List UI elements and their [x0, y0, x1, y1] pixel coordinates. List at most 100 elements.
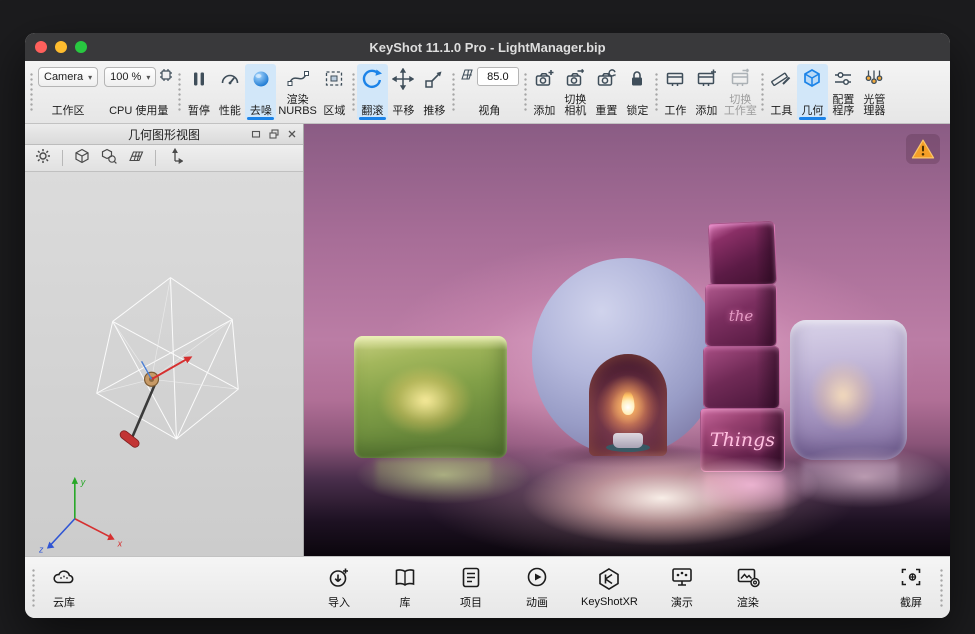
ribbon-button-screenshot[interactable]: 截屏	[889, 565, 933, 610]
toolbar-button-switch-camera[interactable]: 切换 相机	[560, 64, 591, 120]
switch-camera-icon	[564, 67, 586, 90]
settings-gear-icon[interactable]	[35, 148, 51, 169]
toolbar-button-lock-camera[interactable]: 锁定	[622, 64, 653, 120]
toolbar-drag-handle[interactable]	[654, 72, 659, 112]
axis-z-label: z	[38, 545, 44, 555]
window-title: KeyShot 11.1.0 Pro - LightManager.bip	[369, 40, 605, 55]
ribbon-button-cloud-library[interactable]: 云库	[42, 565, 86, 610]
lock-icon	[626, 67, 648, 90]
toolbar-button-region[interactable]: 区域	[319, 64, 350, 120]
screenshot-frame-icon	[898, 565, 924, 592]
cpu-chip-icon	[159, 68, 173, 87]
reset-camera-icon	[595, 67, 617, 90]
ribbon-button-project[interactable]: 项目	[449, 565, 493, 610]
glass-cube	[703, 346, 780, 409]
floor-light-pool	[782, 446, 947, 508]
toolbar-button-add-camera[interactable]: 添加	[529, 64, 560, 120]
fov-input[interactable]	[477, 67, 519, 86]
toolbar-drag-handle[interactable]	[760, 72, 765, 112]
green-cube-candle-glow	[378, 365, 473, 436]
toolbar-drag-handle[interactable]	[351, 72, 356, 112]
toolbar-button-tools[interactable]: 工具	[766, 64, 797, 120]
close-window-button[interactable]	[35, 41, 47, 53]
chevron-down-icon: ▾	[146, 73, 150, 82]
performance-gauge-icon	[219, 67, 241, 90]
ribbon-button-import[interactable]: 导入	[317, 565, 361, 610]
project-list-icon	[458, 565, 484, 592]
pause-icon	[188, 67, 210, 90]
geometry-view-toolbar	[25, 145, 303, 172]
configurator-sliders-icon	[832, 67, 854, 90]
toolbar-drag-handle[interactable]	[523, 72, 528, 112]
geometry-view-header[interactable]: 几何图形视图	[25, 124, 303, 145]
toolbar-button-denoise[interactable]: 去噪	[245, 64, 276, 120]
candle-flame	[622, 391, 635, 415]
toolbar-button-pause[interactable]: 暂停	[183, 64, 214, 120]
toolbar-button-pan[interactable]: 平移	[388, 64, 419, 120]
workspace-label: 工作区	[52, 106, 85, 117]
toolbar-button-performance[interactable]: 性能	[214, 64, 245, 120]
tumble-rotate-icon	[361, 67, 383, 90]
render-viewport[interactable]: the Things	[304, 124, 950, 556]
zoom-window-button[interactable]	[75, 41, 87, 53]
toolbar-separator	[155, 150, 156, 166]
cup-candle-glow	[809, 359, 877, 432]
ribbon-drag-handle[interactable]	[939, 568, 944, 608]
tools-icon	[770, 67, 792, 90]
toolbar-button-light-manager[interactable]: 光管 理器	[859, 64, 890, 120]
toolbar-drag-handle[interactable]	[451, 72, 456, 112]
titlebar[interactable]: KeyShot 11.1.0 Pro - LightManager.bip	[25, 33, 950, 61]
toolbar-button-add-studio[interactable]: 添加	[691, 64, 722, 120]
ribbon-button-library[interactable]: 库	[383, 565, 427, 610]
workspace-group: Camera ▾ 工作区	[35, 64, 101, 120]
cpu-usage-dropdown[interactable]: 100 % ▾	[104, 67, 156, 87]
import-icon	[326, 565, 352, 592]
toolbar-button-geometry[interactable]: 几何	[797, 64, 828, 120]
warning-triangle-icon	[910, 138, 936, 160]
sphere-candle-holder	[532, 258, 720, 456]
toolbar-button-configurator[interactable]: 配置 程序	[828, 64, 859, 120]
ground-grid-icon[interactable]	[128, 148, 144, 169]
present-screen-icon	[669, 565, 695, 592]
panel-float-icon[interactable]	[267, 127, 281, 141]
zoom-to-geometry-icon[interactable]	[101, 148, 117, 169]
toolbar-button-studio[interactable]: 工作	[660, 64, 691, 120]
fov-label: 视角	[478, 106, 500, 117]
toolbar-drag-handle[interactable]	[29, 72, 34, 112]
cpu-usage-value: 100 %	[110, 71, 141, 83]
ribbon-button-animation[interactable]: 动画	[515, 565, 559, 610]
panel-minimize-icon[interactable]	[249, 127, 263, 141]
toolbar-button-dolly[interactable]: 推移	[419, 64, 450, 120]
cpu-usage-group: 100 % ▾ CPU 使用量	[101, 64, 176, 120]
denoise-sphere-icon	[250, 67, 272, 90]
ribbon-drag-handle[interactable]	[31, 568, 36, 608]
add-camera-icon	[533, 67, 555, 90]
glass-cube-stack: the Things	[700, 222, 792, 474]
toolbar-button-switch-studio: 切换 工作室	[722, 64, 759, 120]
geometry-wireframe-view[interactable]: y x z	[25, 172, 303, 556]
glass-cube-top	[708, 221, 778, 288]
perspective-grid-icon	[460, 67, 474, 86]
ribbon-button-keyshotxr[interactable]: KeyShotXR	[581, 567, 638, 608]
candle	[613, 433, 643, 448]
toolbar-button-render-nurbs[interactable]: 渲染 NURBS	[276, 64, 319, 120]
show-geometry-cube-icon[interactable]	[74, 148, 90, 169]
frosted-glass-candle-holder	[790, 320, 907, 460]
minimize-window-button[interactable]	[55, 41, 67, 53]
geometry-view-title: 几何图形视图	[128, 126, 200, 143]
toolbar-button-tumble[interactable]: 翻滚	[357, 64, 388, 120]
move-tool-icon[interactable]	[167, 148, 183, 169]
toolbar-drag-handle[interactable]	[177, 72, 182, 112]
green-cube-top-highlight	[354, 336, 507, 350]
workspace-dropdown[interactable]: Camera ▾	[38, 67, 98, 87]
animation-play-icon	[524, 565, 550, 592]
cpu-usage-label: CPU 使用量	[109, 106, 168, 117]
add-studio-icon	[695, 67, 717, 90]
ribbon-button-present[interactable]: 演示	[660, 565, 704, 610]
ribbon-button-render[interactable]: 渲染	[726, 565, 770, 610]
toolbar-button-reset-camera[interactable]: 重置	[591, 64, 622, 120]
panel-close-icon[interactable]	[285, 127, 299, 141]
warning-badge[interactable]	[906, 134, 940, 164]
camera-wireframe-gizmo: y x z	[25, 172, 303, 555]
studio-icon	[664, 67, 686, 90]
